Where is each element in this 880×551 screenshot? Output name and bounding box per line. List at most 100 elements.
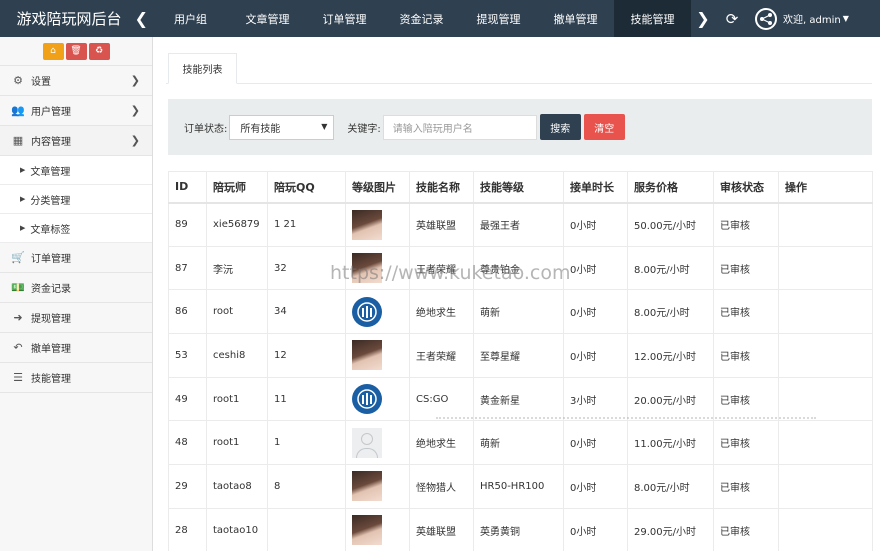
cell-qq: 1 21 bbox=[267, 202, 346, 247]
nav-item[interactable]: 订单管理 bbox=[306, 0, 383, 37]
cell-status: 已审核 bbox=[713, 420, 779, 466]
sidebar-item-users[interactable]: 👥 用户管理 ❯ bbox=[0, 96, 152, 126]
top-nav: 用户组 文章管理 订单管理 资金记录 提现管理 撤单管理 技能管理 bbox=[152, 0, 691, 37]
sidebar-item-label: 文章标签 bbox=[30, 224, 71, 236]
table-row: 48 root1 1 绝地求生 萌新 0小时 11.00元/小时 已审核 bbox=[168, 420, 873, 466]
cell-price: 29.00元/小时 bbox=[627, 507, 714, 551]
chevron-right-icon[interactable]: ❯ bbox=[691, 0, 715, 37]
cell-price: 8.00元/小时 bbox=[627, 245, 714, 291]
sidebar-item-label: 内容管理 bbox=[31, 137, 71, 148]
sidebar-item-withdraw[interactable]: ➜ 提现管理 bbox=[0, 303, 152, 333]
column-header: 技能名称 bbox=[409, 171, 474, 204]
cell-level: 尊贵铂金 bbox=[473, 245, 564, 291]
status-select[interactable]: 所有技能 ▼ bbox=[229, 114, 335, 140]
cell-status: 已审核 bbox=[713, 202, 779, 247]
cell-skill: 绝地求生 bbox=[409, 420, 474, 466]
sidebar-item-label: 分类管理 bbox=[30, 195, 71, 207]
game-logo-icon bbox=[352, 296, 382, 327]
share-icon bbox=[755, 7, 777, 30]
keyword-input[interactable]: 请输入陪玩用户名 bbox=[382, 114, 537, 140]
column-header: 操作 bbox=[778, 171, 873, 204]
sidebar-item-orders[interactable]: 🛒 订单管理 bbox=[0, 243, 152, 273]
clear-button[interactable]: 清空 bbox=[583, 114, 625, 140]
trash-icon[interactable]: 🗑 bbox=[65, 42, 87, 60]
cell-price: 12.00元/小时 bbox=[627, 333, 714, 378]
nav-item[interactable]: 文章管理 bbox=[229, 0, 306, 37]
sidebar-item-label: 用户管理 bbox=[31, 107, 71, 118]
chevron-left-icon[interactable]: ❮ bbox=[135, 9, 148, 28]
actions-cell bbox=[778, 289, 873, 335]
table-row: 89 xie56879 1 21 英雄联盟 最强王者 0小时 50.00元/小时 已审核 bbox=[168, 202, 873, 247]
sidebar-item-label: 技能管理 bbox=[31, 374, 71, 385]
users-icon: 👥 bbox=[11, 104, 25, 117]
sidebar-item-label: 设置 bbox=[31, 77, 51, 88]
column-header: 陪玩师 bbox=[206, 171, 268, 204]
column-header: 服务价格 bbox=[627, 171, 714, 204]
sidebar-item-label: 撤单管理 bbox=[31, 344, 71, 355]
actions-cell bbox=[778, 333, 873, 378]
sidebar-item-settings[interactable]: ⚙ 设置 ❯ bbox=[0, 66, 152, 96]
cell-qq: 34 bbox=[267, 289, 346, 335]
cell-duration: 0小时 bbox=[563, 202, 628, 247]
sidebar-subitem-articles[interactable]: ▶ 文章管理 bbox=[0, 156, 152, 185]
caret-down-icon: ▼ bbox=[321, 121, 328, 131]
cell-duration: 0小时 bbox=[563, 333, 628, 378]
sidebar-item-skills[interactable]: ☰ 技能管理 bbox=[0, 363, 152, 393]
nav-item[interactable]: 技能管理 bbox=[614, 0, 691, 37]
refresh-icon[interactable]: ⟳ bbox=[715, 0, 749, 37]
tab-skill-list[interactable]: 技能列表 bbox=[168, 53, 237, 84]
cell-qq: 12 bbox=[267, 333, 346, 378]
cell-player: root1 bbox=[206, 376, 268, 422]
nav-item[interactable]: 撤单管理 bbox=[537, 0, 614, 37]
cell-qq: 8 bbox=[267, 464, 346, 509]
sidebar-item-label: 资金记录 bbox=[31, 284, 71, 295]
cell-qq: 11 bbox=[267, 376, 346, 422]
sidebar-item-content[interactable]: ▦ 内容管理 ❯ bbox=[0, 126, 152, 156]
cart-icon: 🛒 bbox=[11, 251, 25, 264]
cell-duration: 0小时 bbox=[563, 420, 628, 466]
cell-id: 49 bbox=[168, 376, 207, 422]
cell-skill: CS:GO bbox=[409, 376, 474, 422]
cell-status: 已审核 bbox=[713, 245, 779, 291]
nav-item[interactable]: 资金记录 bbox=[383, 0, 460, 37]
cell-price: 8.00元/小时 bbox=[627, 464, 714, 509]
cell-id: 53 bbox=[168, 333, 207, 378]
cell-player: 李沅 bbox=[206, 245, 268, 291]
status-label: 订单状态: bbox=[184, 123, 228, 135]
column-header: 审核状态 bbox=[713, 171, 779, 204]
sidebar-item-label: 订单管理 bbox=[31, 254, 71, 265]
cell-status: 已审核 bbox=[713, 376, 779, 422]
cell-duration: 0小时 bbox=[563, 245, 628, 291]
cell-skill: 绝地求生 bbox=[409, 289, 474, 335]
sidebar-item-cancel-orders[interactable]: ↶ 撤单管理 bbox=[0, 333, 152, 363]
user-greeting: 欢迎, admin bbox=[783, 15, 841, 26]
actions-cell bbox=[778, 507, 873, 551]
caret-down-icon: ▼ bbox=[842, 14, 849, 23]
nav-item[interactable]: 提现管理 bbox=[460, 0, 537, 37]
caret-right-icon: ▶ bbox=[20, 195, 26, 203]
cell-level: 黄金新星 bbox=[473, 376, 564, 422]
sidebar-item-funds[interactable]: 💵 资金记录 bbox=[0, 273, 152, 303]
sidebar-subitem-categories[interactable]: ▶ 分类管理 bbox=[0, 185, 152, 214]
sign-out-icon: ➜ bbox=[13, 311, 23, 324]
skills-table: ID 陪玩师 陪玩QQ 等级图片 技能名称 技能等级 接单时长 服务价格 审核状态 操作 89 xi… bbox=[168, 171, 873, 551]
sidebar-subitem-tags[interactable]: ▶ 文章标签 bbox=[0, 214, 152, 243]
cell-price: 11.00元/小时 bbox=[627, 420, 714, 466]
status-select-value: 所有技能 bbox=[240, 123, 281, 135]
home-icon[interactable]: ⌂ bbox=[42, 42, 64, 60]
level-image-cell bbox=[345, 289, 410, 335]
cell-skill: 英雄联盟 bbox=[409, 202, 474, 247]
sidebar-item-label: 提现管理 bbox=[31, 314, 71, 325]
cell-qq: 32 bbox=[267, 245, 346, 291]
level-image-cell bbox=[345, 507, 410, 551]
undo-icon: ↶ bbox=[13, 341, 23, 354]
level-image-cell bbox=[345, 464, 410, 509]
recycle-icon[interactable]: ♻ bbox=[88, 42, 110, 60]
nav-item[interactable]: 用户组 bbox=[152, 0, 229, 37]
search-button[interactable]: 搜索 bbox=[539, 114, 581, 140]
tab-bar: 技能列表 bbox=[166, 53, 872, 84]
caret-right-icon: ▶ bbox=[20, 224, 26, 232]
column-header: 技能等级 bbox=[473, 171, 564, 204]
chevron-right-icon: ❯ bbox=[130, 104, 140, 117]
user-menu[interactable]: 欢迎, admin ▼ bbox=[755, 7, 849, 30]
